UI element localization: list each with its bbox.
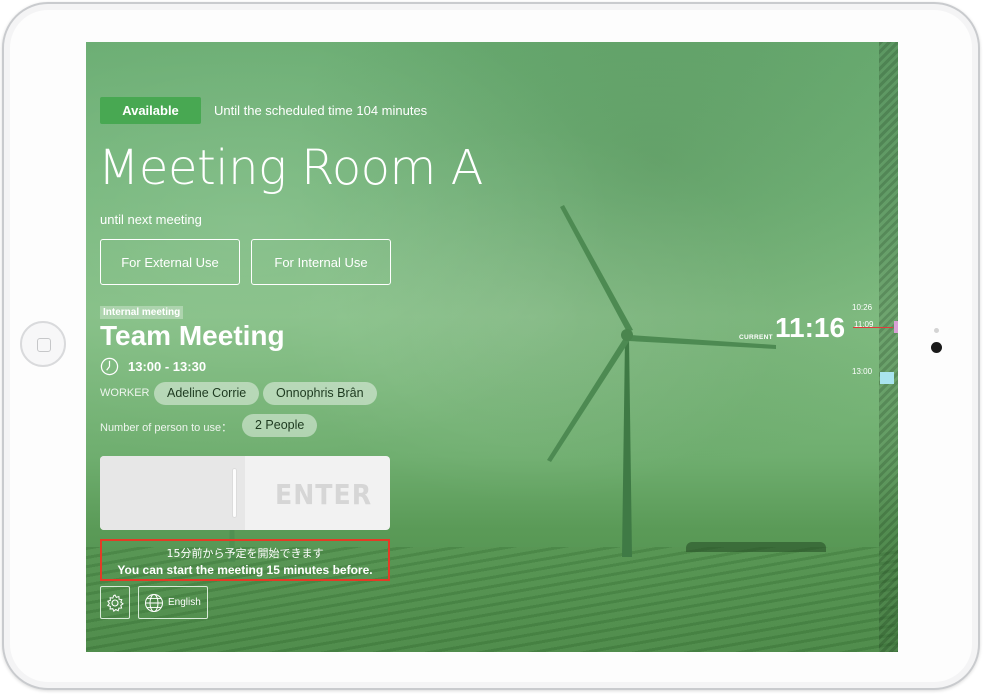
timeline-marker [894,321,898,333]
language-button[interactable]: English [138,586,208,619]
screen: Available Until the scheduled time 104 m… [86,42,898,652]
external-use-button[interactable]: For External Use [100,239,240,285]
gear-icon [106,593,124,612]
timeline-strip[interactable] [879,42,898,652]
home-button[interactable] [20,321,66,367]
start-notice: 15分前から予定を開始できます You can start the meetin… [100,539,390,581]
clock-icon [100,357,119,376]
settings-button[interactable] [100,586,130,619]
current-label: CURRENT [739,334,773,341]
persons-label: Number of person to use： [100,422,233,434]
camera-icon [931,342,942,353]
internal-use-button[interactable]: For Internal Use [251,239,391,285]
worker-chip: Adeline Corrie [154,382,260,405]
current-time: 11:16 [775,312,846,343]
enter-slider-track [100,456,245,530]
room-name: Meeting Room A [98,140,483,196]
worker-label: WORKER [100,387,150,399]
home-square-icon [37,338,51,352]
language-label: English [168,597,201,608]
timeline-meeting-block[interactable] [880,372,894,384]
status-text: Until the scheduled time 104 minutes [214,103,428,118]
notice-english: You can start the meeting 15 minutes bef… [117,563,373,577]
globe-icon [145,593,163,612]
meeting-time: 13:00 - 13:30 [128,359,207,374]
worker-chip: Onnophris Brân [263,382,377,405]
enter-label: ENTER [275,478,373,511]
status-badge: Available [100,97,201,124]
timeline-time: 13:00 [852,367,873,376]
enter-slider-handle[interactable] [232,468,237,518]
meeting-type-tag: Internal meeting [100,306,184,319]
until-next-meeting-text: until next meeting [100,212,202,227]
timeline-time: 10:26 [852,303,873,312]
sensor-icon [934,328,939,333]
notice-japanese: 15分前から予定を開始できます [166,547,324,560]
current-time-line [853,327,893,328]
enter-slider[interactable]: ENTER [100,456,390,530]
persons-chip: 2 People [242,414,318,437]
meeting-title: Team Meeting [100,320,285,351]
